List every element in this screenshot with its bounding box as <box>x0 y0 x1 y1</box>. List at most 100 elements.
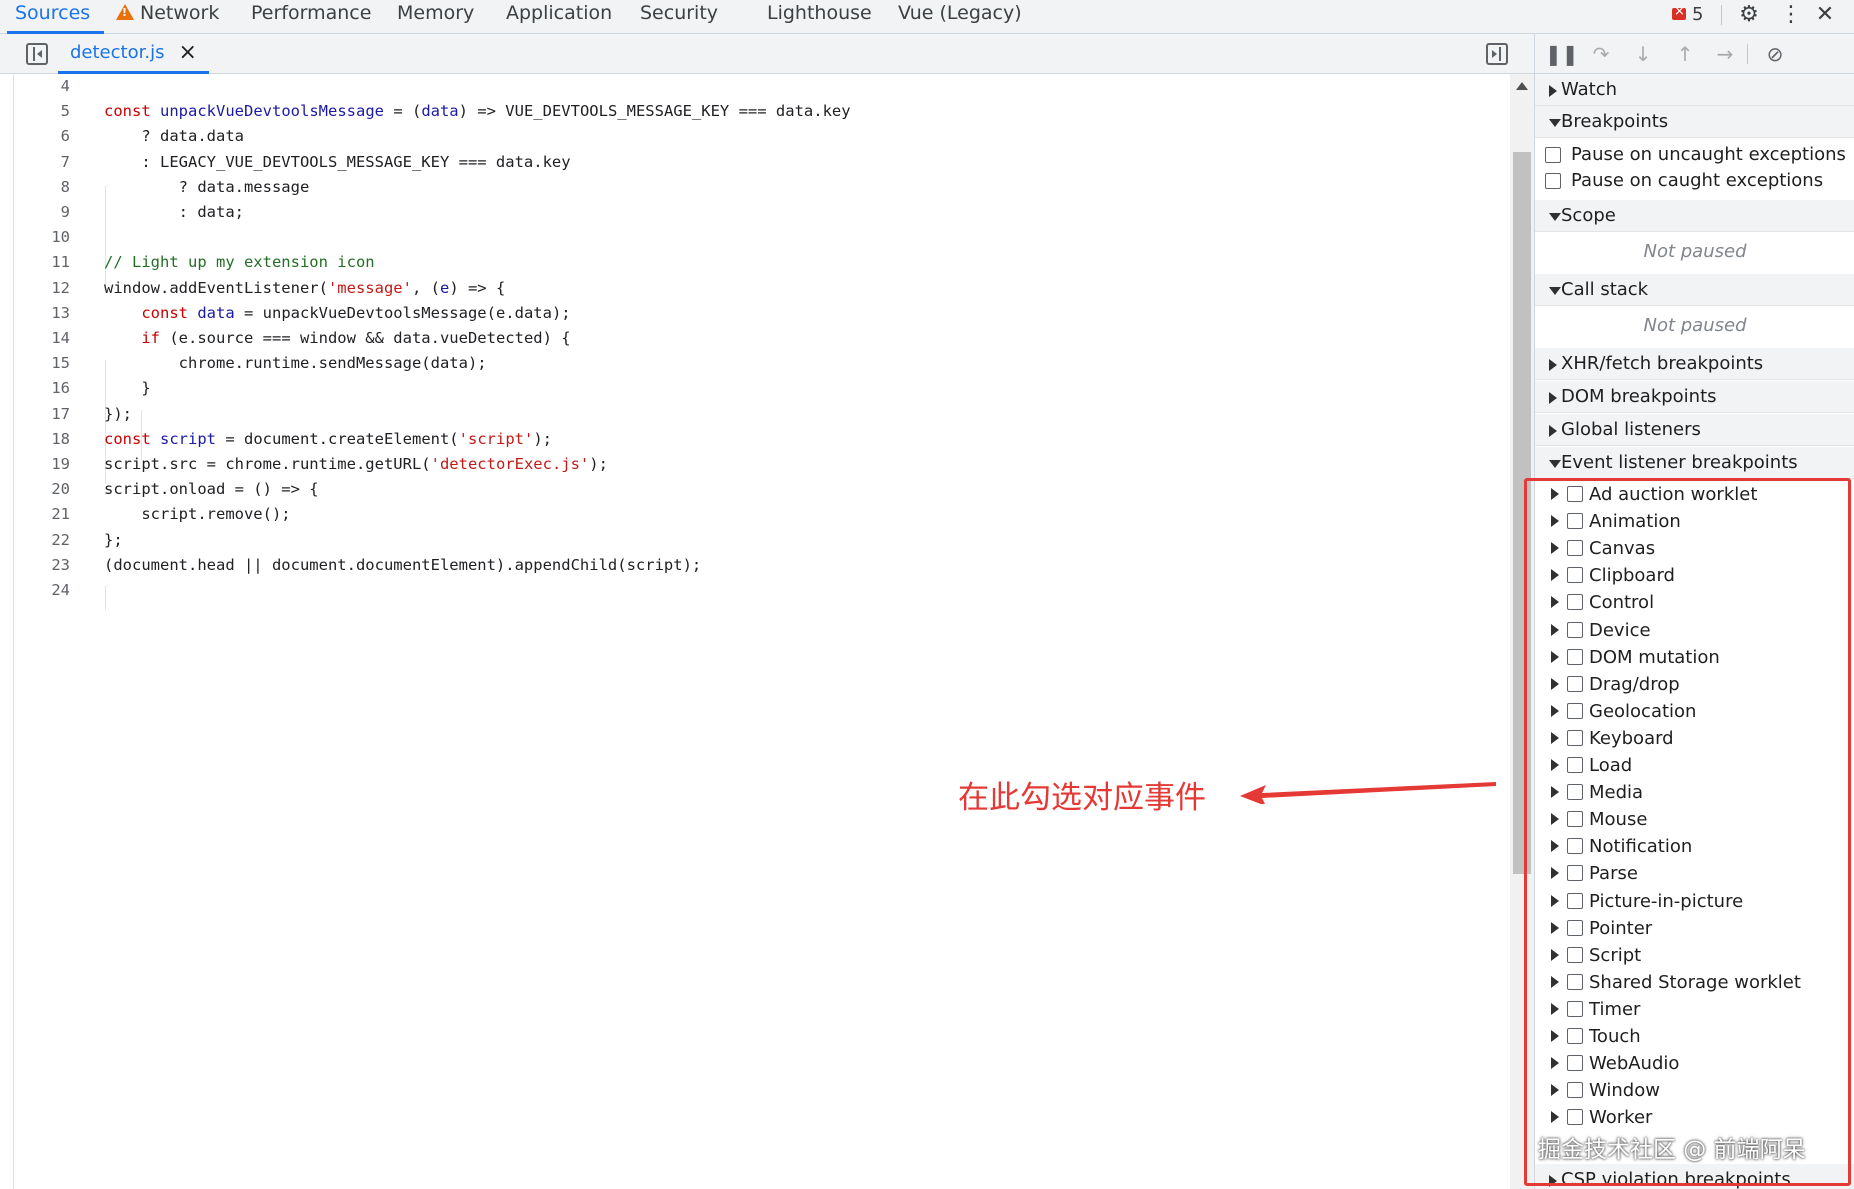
checkbox[interactable] <box>1567 486 1583 502</box>
code-line[interactable]: 5 const unpackVueDevtoolsMessage = (data)… <box>0 99 851 124</box>
code-editor[interactable]: 4 5 const unpackVueDevtoolsMessage = (data… <box>0 74 1510 1189</box>
section-csp-violation[interactable]: CSP violation breakpoints <box>1535 1164 1854 1189</box>
line-number[interactable]: 11 <box>0 250 70 275</box>
event-category-item[interactable]: Media <box>1535 781 1643 804</box>
event-category-item[interactable]: Geolocation <box>1535 700 1696 723</box>
expand-arrow-icon[interactable] <box>1551 704 1559 717</box>
event-category-item[interactable]: Timer <box>1535 998 1640 1021</box>
code-line[interactable]: 17}); <box>0 402 132 427</box>
editor-scrollbar[interactable] <box>1510 74 1534 1189</box>
pause-caught-checkbox-row[interactable]: Pause on caught exceptions <box>1535 168 1823 194</box>
event-category-item[interactable]: Worker <box>1535 1106 1652 1129</box>
gear-icon[interactable]: ⚙ <box>1736 2 1762 28</box>
line-number[interactable]: 9 <box>0 200 70 225</box>
code-line[interactable]: 9 : data; <box>0 200 244 225</box>
error-count-badge[interactable]: 5 <box>1672 4 1703 25</box>
event-category-item[interactable]: Touch <box>1535 1025 1641 1048</box>
scroll-up-arrow-icon[interactable] <box>1516 82 1528 90</box>
expand-arrow-icon[interactable] <box>1551 948 1559 961</box>
scrollbar-thumb[interactable] <box>1513 152 1531 874</box>
expand-arrow-icon[interactable] <box>1551 975 1559 988</box>
checkbox[interactable] <box>1567 594 1583 611</box>
expand-arrow-icon[interactable] <box>1551 1030 1559 1042</box>
section-xhr-breakpoints[interactable]: XHR/fetch breakpoints <box>1535 348 1854 380</box>
pause-uncaught-checkbox-row[interactable]: Pause on uncaught exceptions <box>1535 142 1846 168</box>
code-line[interactable]: 13 const data = unpackVueDevtoolsMessage… <box>0 301 570 326</box>
event-category-item[interactable]: Control <box>1535 591 1654 614</box>
tab-lighthouse[interactable]: Lighthouse <box>767 0 872 34</box>
event-category-item[interactable]: Load <box>1535 754 1632 777</box>
code-line[interactable]: 14 if (e.source === window && data.vueDe… <box>0 326 570 351</box>
checkbox[interactable] <box>1567 1000 1583 1017</box>
checkbox[interactable] <box>1567 1109 1583 1126</box>
line-number[interactable]: 6 <box>0 124 70 149</box>
line-number[interactable]: 5 <box>0 99 70 124</box>
expand-arrow-icon[interactable] <box>1551 623 1559 636</box>
code-line[interactable]: 22}; <box>0 528 122 553</box>
event-category-item[interactable]: DOM mutation <box>1535 646 1720 669</box>
checkbox[interactable] <box>1567 567 1583 584</box>
checkbox[interactable] <box>1567 1028 1583 1044</box>
file-tab-detector[interactable]: detector.js × <box>58 34 209 74</box>
expand-arrow-icon[interactable] <box>1551 731 1559 744</box>
section-global-listeners[interactable]: Global listeners <box>1535 414 1854 446</box>
line-number[interactable]: 15 <box>0 351 70 376</box>
expand-arrow-icon[interactable] <box>1551 840 1559 853</box>
event-category-item[interactable]: Drag/drop <box>1535 673 1680 696</box>
checkbox[interactable] <box>1567 702 1583 719</box>
checkbox[interactable] <box>1567 513 1583 530</box>
section-call-stack[interactable]: Call stack <box>1535 274 1854 306</box>
checkbox[interactable] <box>1567 757 1583 773</box>
code-line[interactable]: 8 ? data.message <box>0 175 310 200</box>
close-file-icon[interactable]: × <box>178 41 196 63</box>
event-category-item[interactable]: Animation <box>1535 510 1681 533</box>
line-number[interactable]: 13 <box>0 301 70 326</box>
step-over-icon[interactable]: ↷ <box>1587 40 1615 68</box>
code-line[interactable]: 24 <box>0 578 70 603</box>
expand-arrow-icon[interactable] <box>1551 1111 1559 1124</box>
event-category-item[interactable]: Shared Storage worklet <box>1535 971 1801 994</box>
code-line[interactable]: 12 window.addEventListener('message', (e)… <box>0 276 505 301</box>
pause-icon[interactable]: ❚❚ <box>1545 40 1579 68</box>
code-line[interactable]: 18 const script = document.createElement(… <box>0 427 552 452</box>
event-category-item[interactable]: Ad auction worklet <box>1535 483 1757 506</box>
checkbox[interactable] <box>1567 648 1583 665</box>
code-line[interactable]: 16 } <box>0 376 150 401</box>
code-line[interactable]: 21 script.remove(); <box>0 502 290 527</box>
code-line[interactable]: 10 <box>0 225 70 250</box>
event-category-item[interactable]: Keyboard <box>1535 727 1674 750</box>
section-watch[interactable]: Watch <box>1535 74 1854 106</box>
line-number[interactable]: 14 <box>0 326 70 351</box>
event-category-item[interactable]: Clipboard <box>1535 564 1675 587</box>
section-scope[interactable]: Scope <box>1535 200 1854 232</box>
line-number[interactable]: 17 <box>0 402 70 427</box>
tab-security[interactable]: Security <box>640 0 718 34</box>
line-number[interactable]: 18 <box>0 427 70 452</box>
checkbox[interactable] <box>1567 838 1583 855</box>
line-number[interactable]: 7 <box>0 150 70 175</box>
more-options-icon[interactable]: ⋮ <box>1778 2 1804 28</box>
step-into-icon[interactable]: ↓ <box>1629 40 1657 68</box>
tab-sources[interactable]: Sources <box>6 0 105 34</box>
expand-arrow-icon[interactable] <box>1551 786 1559 799</box>
toggle-debugger-icon[interactable] <box>1486 43 1508 65</box>
line-number[interactable]: 8 <box>0 175 70 200</box>
section-dom-breakpoints[interactable]: DOM breakpoints <box>1535 381 1854 413</box>
expand-arrow-icon[interactable] <box>1551 759 1559 771</box>
event-category-item[interactable]: Notification <box>1535 835 1692 858</box>
event-category-item[interactable]: Mouse <box>1535 808 1647 831</box>
line-number[interactable]: 10 <box>0 225 70 250</box>
line-number[interactable]: 12 <box>0 276 70 301</box>
expand-arrow-icon[interactable] <box>1551 569 1559 582</box>
expand-arrow-icon[interactable] <box>1551 1002 1559 1015</box>
expand-arrow-icon[interactable] <box>1551 1057 1559 1070</box>
event-category-item[interactable]: Parse <box>1535 862 1638 885</box>
line-number[interactable]: 4 <box>0 74 70 99</box>
checkbox[interactable] <box>1545 173 1561 189</box>
expand-arrow-icon[interactable] <box>1551 1084 1559 1097</box>
tab-performance[interactable]: Performance <box>251 0 371 34</box>
checkbox[interactable] <box>1567 919 1583 936</box>
checkbox[interactable] <box>1567 973 1583 990</box>
line-number[interactable]: 20 <box>0 477 70 502</box>
code-line[interactable]: 15 chrome.runtime.sendMessage(data); <box>0 351 486 376</box>
